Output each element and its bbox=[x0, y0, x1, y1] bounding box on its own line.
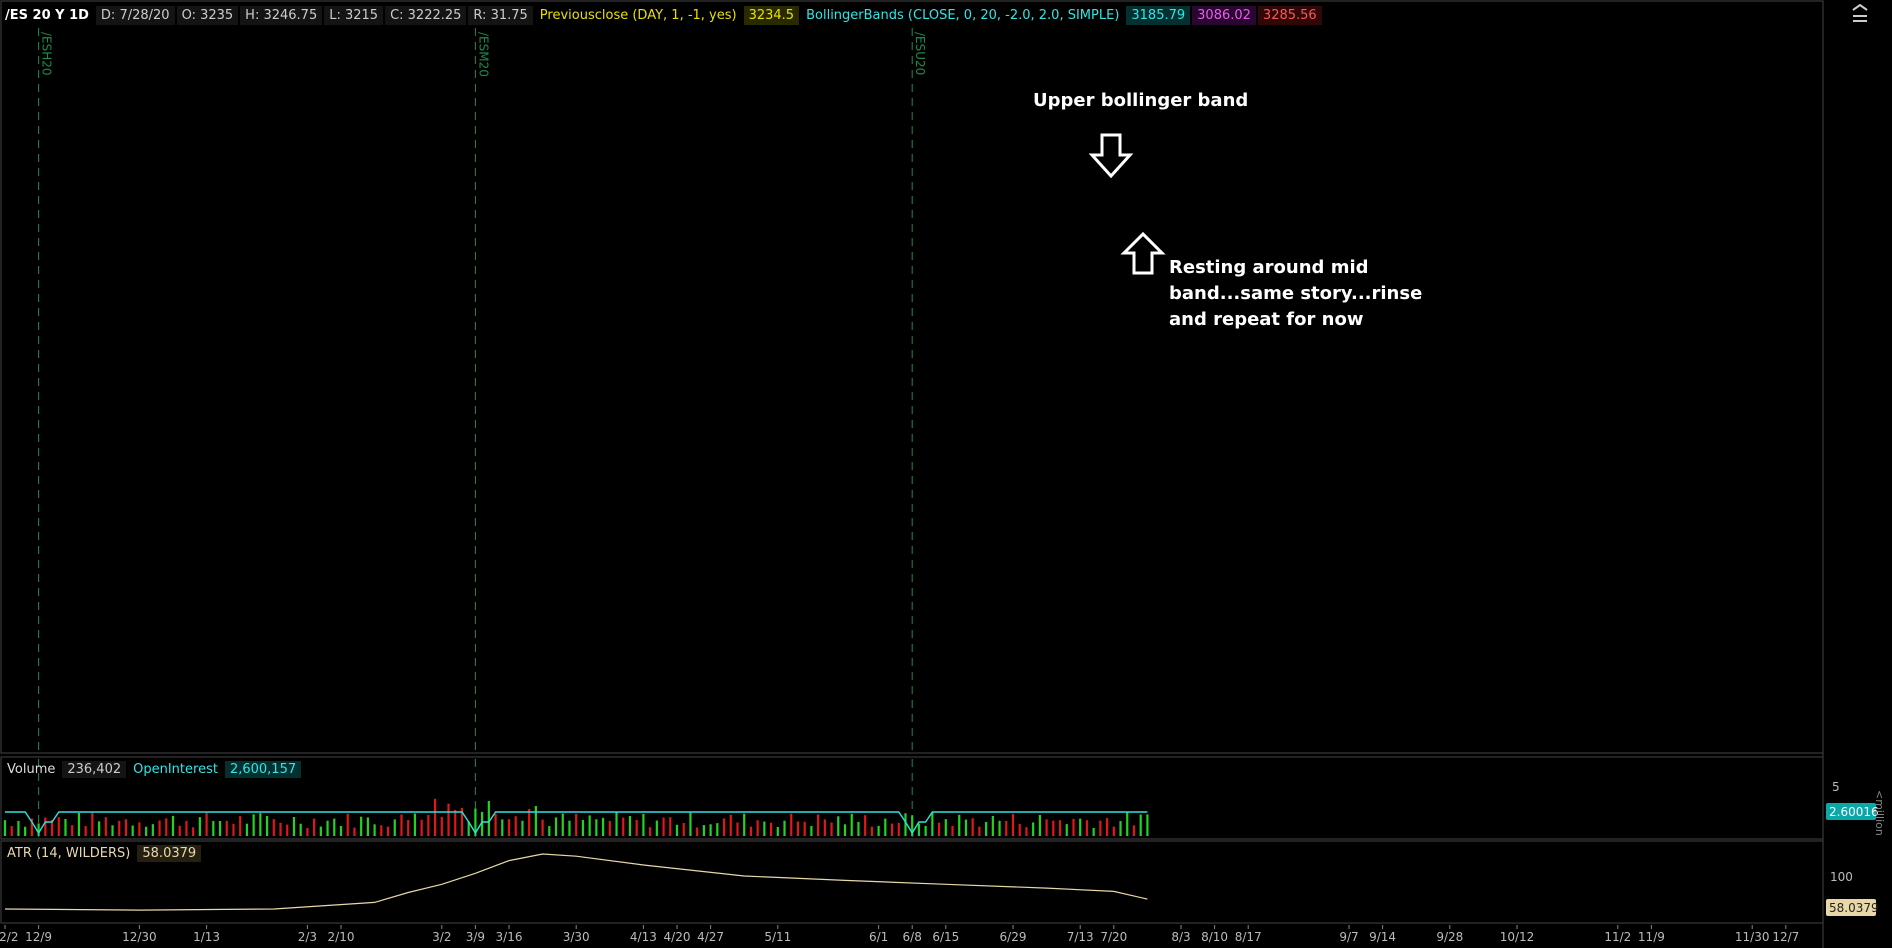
high-value: H: 3246.75 bbox=[240, 5, 323, 25]
open-interest-value: 2,600,157 bbox=[224, 760, 302, 778]
open-value: O: 3235 bbox=[176, 5, 239, 25]
x-tick-label: 12/30 bbox=[122, 930, 157, 944]
prev-close-label[interactable]: Previousclose (DAY, 1, -1, yes) bbox=[535, 6, 742, 25]
x-tick-label: 4/13 bbox=[630, 930, 657, 944]
atr-axis-tick: 100 bbox=[1830, 870, 1853, 884]
mid-band-note-line: and repeat for now bbox=[1169, 309, 1364, 330]
expand-icon[interactable] bbox=[1850, 4, 1870, 24]
x-tick-label: 3/16 bbox=[496, 930, 523, 944]
x-tick-label: 3/30 bbox=[563, 930, 590, 944]
oi-badge-label: 2.60016 bbox=[1829, 805, 1879, 819]
x-tick-label: 9/28 bbox=[1436, 930, 1463, 944]
bollinger-upper-value: 3285.56 bbox=[1257, 5, 1322, 25]
x-tick-label: 6/8 bbox=[903, 930, 922, 944]
volume-label[interactable]: Volume bbox=[2, 761, 60, 778]
x-tick-label: 11/9 bbox=[1638, 930, 1665, 944]
x-tick-label: 3/9 bbox=[466, 930, 485, 944]
x-tick-label: 8/17 bbox=[1235, 930, 1262, 944]
bollinger-lower-value: 3086.02 bbox=[1192, 5, 1256, 25]
volume-value: 236,402 bbox=[62, 760, 127, 778]
open-interest-label[interactable]: OpenInterest bbox=[128, 761, 223, 778]
low-value: L: 3215 bbox=[324, 5, 384, 25]
chart-header: /ES 20 Y 1D D: 7/28/20 O: 3235 H: 3246.7… bbox=[0, 0, 1822, 30]
roll-label: /ESH20 bbox=[40, 32, 54, 76]
symbol-label[interactable]: /ES 20 Y 1D bbox=[0, 6, 94, 25]
mid-band-note-line: Resting around mid bbox=[1169, 257, 1369, 278]
x-tick-label: 5/11 bbox=[764, 930, 791, 944]
atr-label[interactable]: ATR (14, WILDERS) bbox=[2, 845, 135, 862]
volume-header: Volume 236,402 OpenInterest 2,600,157 bbox=[2, 759, 303, 779]
atr-header: ATR (14, WILDERS) 58.0379 bbox=[2, 843, 203, 863]
bollinger-label[interactable]: BollingerBands (CLOSE, 0, 20, -2.0, 2.0,… bbox=[801, 6, 1124, 25]
x-tick-label: 3/2 bbox=[432, 930, 451, 944]
range-value: R: 31.75 bbox=[468, 5, 533, 25]
x-tick-label: 8/3 bbox=[1171, 930, 1190, 944]
x-tick-label: 6/1 bbox=[869, 930, 888, 944]
x-tick-label: 4/20 bbox=[664, 930, 691, 944]
close-value: C: 3222.25 bbox=[385, 5, 467, 25]
x-tick-label: 8/10 bbox=[1201, 930, 1228, 944]
x-tick-label: 7/20 bbox=[1100, 930, 1127, 944]
x-tick-label: 4/27 bbox=[697, 930, 724, 944]
volume-axis-tick: 5 bbox=[1832, 780, 1840, 794]
x-tick-label: 11/2 bbox=[1604, 930, 1631, 944]
x-tick-label: 12/7 bbox=[1772, 930, 1799, 944]
roll-label: /ESU20 bbox=[913, 32, 927, 75]
x-tick-label: 6/29 bbox=[1000, 930, 1027, 944]
x-tick-label: 9/14 bbox=[1369, 930, 1396, 944]
roll-label: /ESM20 bbox=[476, 32, 490, 77]
x-tick-label: 1/13 bbox=[193, 930, 220, 944]
x-tick-label: 12/2 bbox=[0, 930, 18, 944]
x-tick-label: 12/9 bbox=[25, 930, 52, 944]
x-tick-label: 7/13 bbox=[1067, 930, 1094, 944]
price-chart[interactable]: $3397.5$3135.6778.6%$2930.1261.8%$2785.7… bbox=[0, 0, 1892, 948]
x-tick-label: 11/30 bbox=[1735, 930, 1770, 944]
mid-band-note-line: band...same story...rinse bbox=[1169, 283, 1423, 304]
x-tick-label: 2/3 bbox=[298, 930, 317, 944]
atr-badge-label: 58.0379 bbox=[1829, 901, 1879, 915]
x-tick-label: 9/7 bbox=[1339, 930, 1358, 944]
x-tick-label: 2/10 bbox=[328, 930, 355, 944]
upper-band-note: Upper bollinger band bbox=[1033, 90, 1249, 111]
volume-axis-unit: <million bbox=[1873, 790, 1886, 836]
prev-close-value: 3234.5 bbox=[743, 5, 800, 25]
atr-value: 58.0379 bbox=[137, 844, 202, 862]
bollinger-mid-value: 3185.79 bbox=[1126, 5, 1191, 25]
mid-band-note: Resting around mid band...same story...r… bbox=[1169, 255, 1422, 333]
date-value: D: 7/28/20 bbox=[95, 5, 175, 25]
x-tick-label: 10/12 bbox=[1500, 930, 1535, 944]
x-tick-label: 6/15 bbox=[932, 930, 959, 944]
